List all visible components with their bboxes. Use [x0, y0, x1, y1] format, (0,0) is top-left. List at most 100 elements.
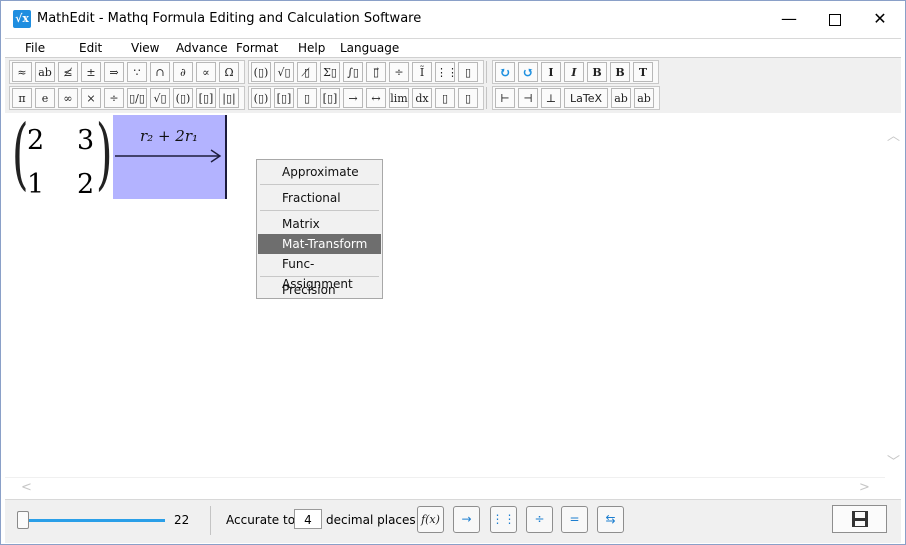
partial-symbol-button[interactable]: ∂: [173, 62, 193, 82]
bold-serif-button[interactable]: B: [610, 62, 630, 82]
accurate-label: Accurate to: [226, 513, 296, 527]
fence-template-button[interactable]: (▯): [251, 62, 271, 82]
menu-view[interactable]: View: [131, 41, 159, 55]
menu-item-matrix[interactable]: Matrix: [258, 214, 381, 234]
right-arrow-button[interactable]: →: [343, 88, 363, 108]
row-operation-label: r₂ + 2r₁: [140, 127, 199, 145]
limit-template-button[interactable]: lim: [389, 88, 409, 108]
times-symbol-button[interactable]: ×: [81, 88, 101, 108]
abs-template-button[interactable]: |▯|: [219, 88, 239, 108]
transform-arrow-icon: [115, 149, 222, 163]
vertical-scrollbar[interactable]: ︿ ﹀: [885, 113, 901, 477]
row-transform-box[interactable]: r₂ + 2r₁: [113, 115, 227, 199]
infinity-symbol-button[interactable]: ∞: [58, 88, 78, 108]
formula-editor[interactable]: ( 2 3 1 2 ) r₂ + 2r₁: [5, 111, 885, 499]
menu-item-func-assignment[interactable]: Func-Assignment: [258, 254, 381, 291]
horizontal-scrollbar[interactable]: < >: [5, 477, 885, 500]
refresh-button[interactable]: ⇆: [597, 506, 624, 533]
bracket-matrix-button[interactable]: [▯]: [274, 88, 294, 108]
scroll-right-icon[interactable]: >: [859, 480, 870, 495]
menu-item-approximate[interactable]: Approximate: [258, 162, 381, 182]
align-left-icon[interactable]: ⊢: [495, 88, 515, 108]
text-style-button-2[interactable]: ab: [634, 88, 654, 108]
minimize-button[interactable]: —: [766, 1, 812, 37]
script-template-button[interactable]: ▯̸: [297, 62, 317, 82]
menu-item-precision[interactable]: Precision: [258, 280, 381, 300]
fraction-button[interactable]: ÷: [526, 506, 553, 533]
e-symbol-button[interactable]: e: [35, 88, 55, 108]
bold-italic-button[interactable]: I: [564, 62, 584, 82]
maximize-icon: [829, 13, 841, 26]
arrow-template-button[interactable]: ÷: [389, 62, 409, 82]
radical-template-button[interactable]: √▯: [274, 62, 294, 82]
greek-symbol-button[interactable]: Ω: [219, 62, 239, 82]
left-script-button[interactable]: ▯: [435, 88, 455, 108]
menu-advance[interactable]: Advance: [176, 41, 228, 55]
scroll-down-icon[interactable]: ﹀: [887, 451, 900, 470]
equals-button[interactable]: =: [561, 506, 588, 533]
bold-button[interactable]: B: [587, 62, 607, 82]
matrix-cell[interactable]: 1: [27, 169, 44, 200]
integral-template-button[interactable]: ∫▯: [343, 62, 363, 82]
align-right-icon[interactable]: ⊥: [541, 88, 561, 108]
zoom-slider-track[interactable]: [21, 519, 165, 522]
dashed-matrix-button[interactable]: [▯]: [320, 88, 340, 108]
bracket-template-button[interactable]: [▯]: [196, 88, 216, 108]
sum-template-button[interactable]: Σ▯: [320, 62, 340, 82]
set-symbol-button[interactable]: ∩: [150, 62, 170, 82]
paren-template-button[interactable]: (▯): [173, 88, 193, 108]
matrix[interactable]: ( 2 3 1 2 ): [11, 111, 115, 200]
product-template-button[interactable]: Ĩ: [412, 62, 432, 82]
approx-symbol-button[interactable]: ≈: [12, 62, 32, 82]
title-bar[interactable]: √x MathEdit - Mathq Formula Editing and …: [1, 1, 905, 37]
arrow-symbol-button[interactable]: ⇒: [104, 62, 124, 82]
because-symbol-button[interactable]: ∵: [127, 62, 147, 82]
menu-help[interactable]: Help: [298, 41, 325, 55]
text-symbol-button[interactable]: ab: [35, 62, 55, 82]
text-style-button[interactable]: T: [633, 62, 653, 82]
menu-edit[interactable]: Edit: [79, 41, 102, 55]
matrix-template-button[interactable]: ⋮⋮: [435, 62, 455, 82]
decimal-places-input[interactable]: 4: [294, 509, 322, 529]
bar-matrix-button[interactable]: ▯: [297, 88, 317, 108]
scroll-left-icon[interactable]: <: [21, 480, 32, 495]
divide-symbol-button[interactable]: ÷: [104, 88, 124, 108]
zoom-slider-thumb[interactable]: [17, 511, 29, 529]
function-button[interactable]: f(x): [417, 506, 444, 533]
fraction-template-button[interactable]: ▯/▯: [127, 88, 147, 108]
redo-icon[interactable]: ↻: [495, 62, 515, 82]
zoom-value: 22: [174, 513, 190, 527]
undo-icon[interactable]: ↺: [518, 62, 538, 82]
scroll-up-icon[interactable]: ︿: [887, 125, 900, 144]
status-bar: 22 Accurate to 4 decimal places f(x) → ⋮…: [5, 499, 901, 543]
relation-symbol-button[interactable]: ≰: [58, 62, 78, 82]
arrow-insert-button[interactable]: →: [453, 506, 480, 533]
menu-format[interactable]: Format: [236, 41, 278, 55]
italic-button[interactable]: I: [541, 62, 561, 82]
align-center-icon[interactable]: ⊣: [518, 88, 538, 108]
matrix-cell[interactable]: 3: [77, 125, 94, 156]
left-right-arrow-button[interactable]: ↔: [366, 88, 386, 108]
plusminus-symbol-button[interactable]: ±: [81, 62, 101, 82]
matrix-button[interactable]: ⋮⋮: [490, 506, 517, 533]
differential-button[interactable]: dx: [412, 88, 432, 108]
symbol-group-1: ≈ ab ≰ ± ⇒ ∵ ∩ ∂ ∝ Ω: [9, 60, 245, 84]
stack-script-button[interactable]: ▯: [458, 88, 478, 108]
text-mode-button[interactable]: ab: [611, 88, 631, 108]
menu-language[interactable]: Language: [340, 41, 399, 55]
overbar-template-button[interactable]: ▯⃗: [366, 62, 386, 82]
latex-button[interactable]: LaTeX: [564, 88, 608, 108]
proportional-symbol-button[interactable]: ∝: [196, 62, 216, 82]
matrix-cell[interactable]: 2: [77, 169, 94, 200]
box-template-button[interactable]: ▯: [458, 62, 478, 82]
maximize-button[interactable]: [812, 1, 858, 37]
menu-file[interactable]: File: [25, 41, 45, 55]
save-button[interactable]: [832, 505, 887, 533]
menu-item-mat-transform[interactable]: Mat-Transform: [258, 234, 381, 254]
matrix-cell[interactable]: 2: [27, 125, 44, 156]
menu-item-fractional[interactable]: Fractional: [258, 188, 381, 208]
close-button[interactable]: ✕: [857, 1, 903, 37]
pi-symbol-button[interactable]: π: [12, 88, 32, 108]
sqrt-template-button[interactable]: √▯: [150, 88, 170, 108]
column-vector-button[interactable]: (▯): [251, 88, 271, 108]
